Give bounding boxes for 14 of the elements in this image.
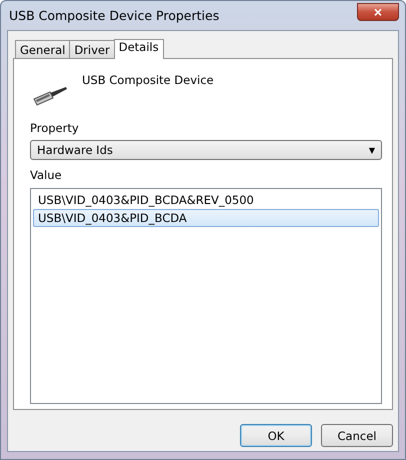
device-name: USB Composite Device — [82, 73, 214, 87]
list-item[interactable]: USB\VID_0403&PID_BCDA — [33, 209, 379, 227]
ok-button[interactable]: OK — [240, 424, 312, 447]
property-dropdown[interactable]: Hardware Ids ▼ — [30, 140, 382, 160]
close-button[interactable]: × — [357, 2, 399, 20]
list-item[interactable]: USB\VID_0403&PID_BCDA&REV_0500 — [33, 191, 379, 209]
property-label: Property — [30, 121, 80, 135]
value-label: Value — [30, 168, 63, 182]
tab[interactable]: Details — [114, 39, 164, 59]
tab[interactable]: General — [15, 40, 70, 58]
window-title: USB Composite Device Properties — [9, 8, 220, 23]
caret-icon: ▼ — [368, 146, 375, 154]
cancel-button[interactable]: Cancel — [321, 424, 393, 447]
tab[interactable]: Driver — [69, 40, 115, 58]
